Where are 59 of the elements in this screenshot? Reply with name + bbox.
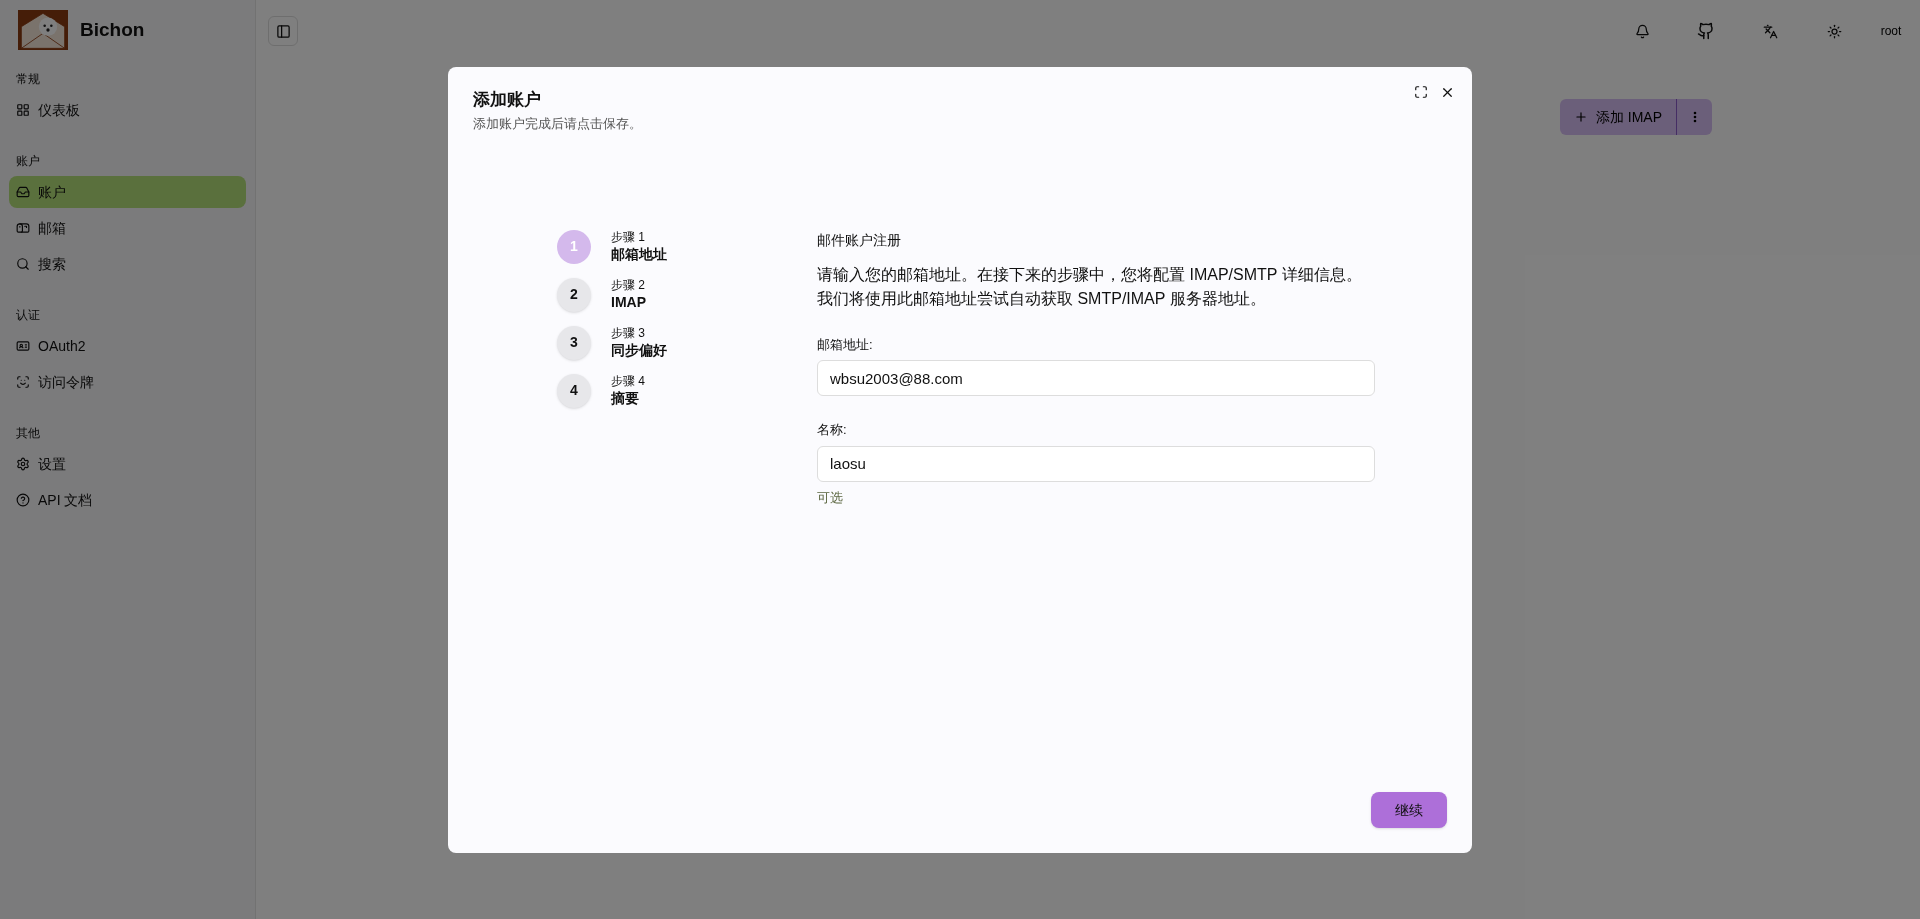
step-caption: 步骤 3 (611, 326, 646, 341)
step-caption: 步骤 1 (611, 230, 646, 245)
grid-icon (16, 103, 30, 117)
sidebar-item[interactable]: 访问令牌 (9, 366, 246, 398)
step-item[interactable]: 1 步骤 1 邮箱地址 (557, 229, 817, 264)
inbox-icon (16, 185, 30, 199)
section-heading: 认证 (15, 307, 41, 324)
sun-icon (1826, 23, 1842, 39)
form-heading: 邮件账户注册 (817, 230, 901, 250)
dialog-title: 添加账户 (473, 89, 541, 111)
settings-icon (16, 457, 30, 471)
field-label: 邮箱地址: (817, 335, 873, 354)
dialog-subtitle: 添加账户完成后请点击保存。 (473, 115, 642, 133)
step-item[interactable]: 2 步骤 2 IMAP (557, 277, 817, 312)
sidebar-item[interactable]: 邮箱 (9, 212, 246, 244)
panel-icon (275, 23, 291, 39)
sidebar-item[interactable]: 搜索 (9, 248, 246, 280)
field-label: 名称: (817, 421, 847, 439)
plus-icon (1573, 110, 1588, 124)
search-icon (16, 257, 30, 271)
sidebar-toggle-button[interactable] (268, 16, 298, 46)
text-input[interactable]: laosu (817, 445, 1375, 482)
text-input[interactable]: wbsu2003@88.com (817, 360, 1375, 396)
intro-text: 我们将使用此邮箱地址尝试自动获取 SMTP/IMAP 服务器地址。 (817, 288, 1266, 309)
section-heading: 常规 (15, 71, 41, 88)
step-number: 1 (557, 229, 591, 264)
fullscreen-icon (1414, 85, 1428, 99)
bell-icon (1634, 23, 1650, 39)
step-title: 邮箱地址 (611, 245, 667, 263)
step-caption: 步骤 2 (611, 278, 646, 293)
sidebar-item[interactable]: API 文档 (9, 484, 246, 516)
face-scan-icon (16, 375, 30, 389)
step-caption: 步骤 4 (611, 374, 645, 389)
field-hint: 可选 (817, 488, 843, 507)
continue-button[interactable]: 继续 (1371, 792, 1447, 828)
intro-text: 请输入您的邮箱地址。在接下来的步骤中，您将配置 IMAP/SMTP 详细信息。 (817, 264, 1362, 285)
mailbox-icon (16, 221, 30, 235)
step-number: 4 (557, 373, 591, 408)
translate-icon (1762, 23, 1778, 39)
help-icon (16, 493, 30, 507)
step-title: IMAP (611, 293, 646, 311)
sidebar-item[interactable]: OAuth2 (9, 330, 246, 362)
fullscreen-button[interactable] (1412, 83, 1430, 101)
step-number: 2 (557, 277, 591, 312)
sidebar-item[interactable]: 仪表板 (9, 94, 246, 126)
github-icon (1697, 22, 1715, 40)
section-heading: 账户 (15, 153, 41, 170)
step-item[interactable]: 4 步骤 4 摘要 (557, 373, 817, 408)
more-icon (1692, 111, 1697, 123)
step-title: 摘要 (611, 389, 640, 407)
step-title: 同步偏好 (611, 341, 667, 359)
section-heading: 其他 (15, 425, 41, 442)
sidebar-item[interactable]: 账户 (9, 176, 246, 208)
sidebar-item[interactable]: 设置 (9, 448, 246, 480)
brand-name: Bichon (80, 17, 145, 42)
id-card-icon (16, 339, 30, 353)
step-item[interactable]: 3 步骤 3 同步偏好 (557, 325, 817, 360)
step-number: 3 (557, 325, 591, 360)
dog-envelope-logo (18, 10, 68, 50)
